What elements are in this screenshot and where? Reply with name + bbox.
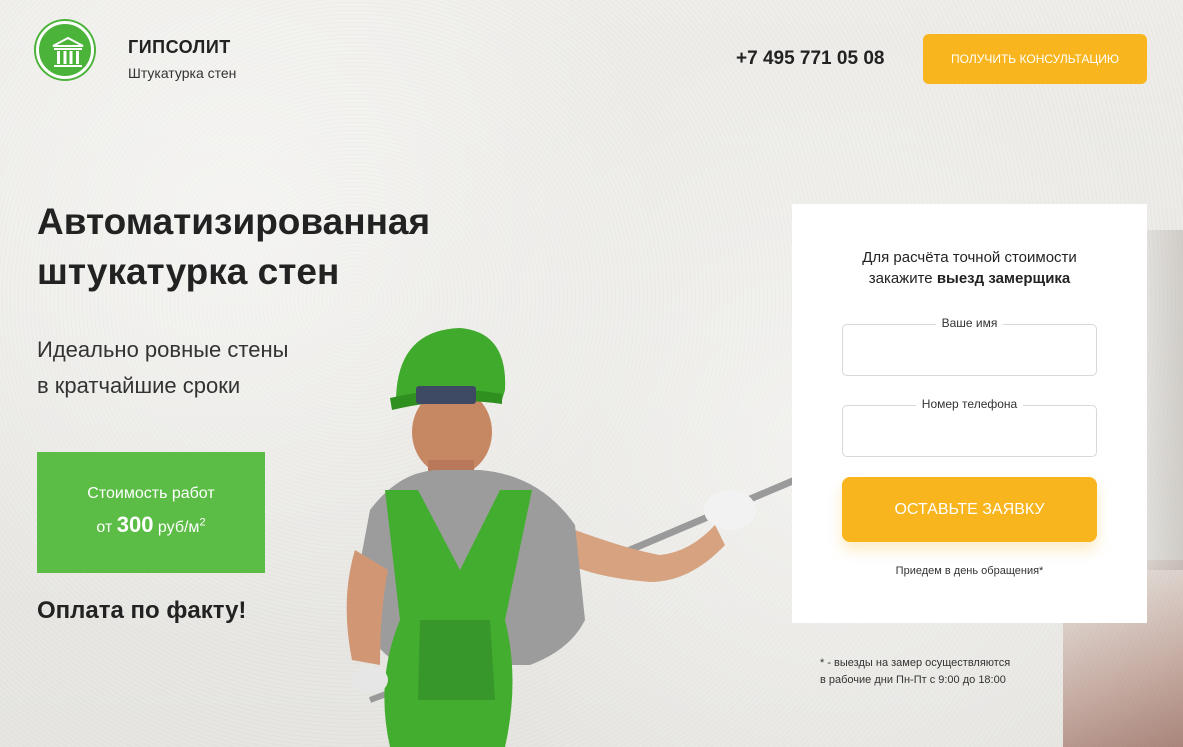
hero-subtitle: Идеально ровные стены в кратчайшие сроки — [37, 332, 357, 404]
price-unit: руб/м — [157, 519, 200, 536]
phone-input[interactable] — [842, 405, 1097, 457]
phone-link[interactable]: +7 495 771 05 08 — [736, 48, 884, 70]
form-title: Для расчёта точной стоимости закажите вы… — [792, 247, 1147, 289]
title-line-1: Автоматизированная — [37, 201, 431, 242]
brand-name: ГИПСОЛИТ — [128, 37, 231, 57]
subtitle-line-2: в кратчайшие сроки — [37, 373, 241, 398]
price-box: Стоимость работ от 300 руб/м2 — [37, 452, 265, 573]
title-line-2: штукатурка стен — [37, 251, 340, 292]
request-form: Для расчёта точной стоимости закажите вы… — [792, 204, 1147, 623]
form-title-bold: выезд замерщика — [936, 270, 1071, 287]
page-title: Автоматизированная штукатурка стен — [37, 197, 497, 297]
form-note: Приедем в день обращения* — [895, 565, 1044, 577]
form-title-prefix: закажите — [868, 270, 933, 287]
phone-field-wrapper: Номер телефона — [842, 397, 1097, 457]
subtitle-line-1: Идеально ровные стены — [37, 337, 289, 362]
price-value-line: от 300 руб/м2 — [37, 512, 265, 538]
payment-note: Оплата по факту! — [37, 597, 247, 624]
price-unit-sup: 2 — [199, 516, 206, 529]
price-prefix: от — [96, 519, 113, 536]
price-value: 300 — [116, 512, 154, 537]
submit-request-button[interactable]: ОСТАВЬТЕ ЗАЯВКУ — [842, 477, 1097, 542]
price-label: Стоимость работ — [87, 485, 215, 502]
logo[interactable] — [36, 21, 94, 79]
footnote: * - выезды на замер осуществляются в раб… — [820, 655, 1080, 689]
brand-tagline: Штукатурка стен — [128, 65, 237, 81]
worker-illustration — [346, 328, 799, 747]
footnote-line-2: в рабочие дни Пн-Пт с 9:00 до 18:00 — [820, 674, 1006, 686]
get-consultation-button[interactable]: ПОЛУЧИТЬ КОНСУЛЬТАЦИЮ — [923, 34, 1147, 84]
name-input[interactable] — [842, 324, 1097, 376]
columns-building-icon — [52, 36, 84, 67]
footnote-line-1: * - выезды на замер осуществляются — [820, 657, 1011, 669]
name-field-wrapper: Ваше имя — [842, 316, 1097, 376]
form-title-line-1: Для расчёта точной стоимости — [862, 249, 1077, 266]
